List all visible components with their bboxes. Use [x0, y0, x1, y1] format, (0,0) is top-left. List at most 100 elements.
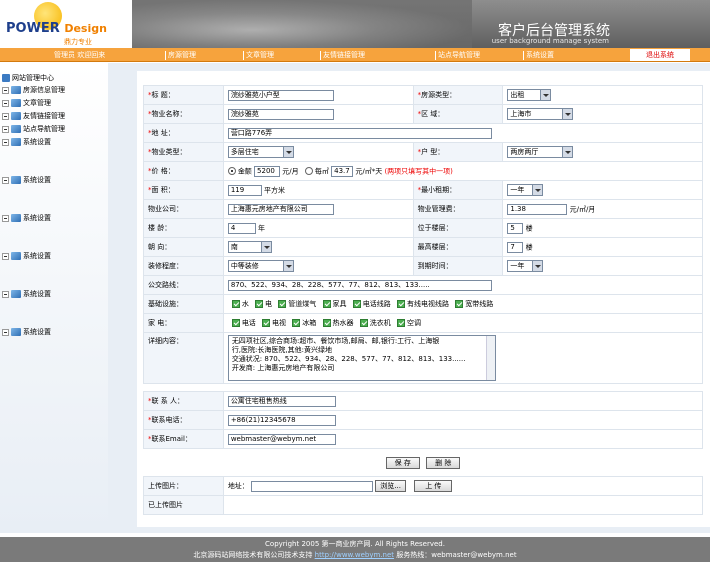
nav-item-house[interactable]: 房源管理: [168, 50, 196, 61]
checkbox[interactable]: [292, 319, 301, 327]
checkbox[interactable]: [262, 319, 271, 327]
price-total-input[interactable]: 5200: [254, 165, 281, 177]
tree-item-settings-4[interactable]: 系统设置: [2, 251, 51, 262]
type-select[interactable]: 出租: [507, 89, 552, 101]
appliance-label: 冰箱: [302, 319, 317, 327]
price-per-radio[interactable]: [304, 167, 313, 175]
field-label: 物业公司：: [143, 199, 224, 219]
detail-textarea[interactable]: 无四项社区,综合商场:超市、餐饮市场,邮局、邮,银行:工行、上海银 行,医院:长…: [227, 335, 496, 381]
upload-path-input[interactable]: [251, 480, 374, 492]
tree-item-settings-2[interactable]: 系统设置: [2, 175, 51, 186]
district-select[interactable]: 上海市: [507, 108, 574, 120]
facing-select[interactable]: 南: [227, 241, 272, 253]
tree-item-articles[interactable]: 文章管理: [2, 98, 51, 109]
fee-input[interactable]: 1.38: [507, 203, 568, 215]
folder-icon: [11, 125, 21, 133]
collapse-icon[interactable]: [2, 290, 9, 298]
form-row: *价 格： 金额 5200 元/月 每㎡ 43.7 元/㎡*天 (两项只填写其中…: [143, 161, 704, 181]
nav-item-site-nav[interactable]: 站点导航管理: [438, 50, 480, 61]
collapse-icon[interactable]: [2, 252, 9, 260]
field-label: 楼 龄：: [143, 218, 224, 238]
form-row: 家 电： 电话 电视 冰箱 热水器 洗衣机 空调: [143, 313, 704, 333]
checkbox[interactable]: [455, 300, 464, 308]
contact-input[interactable]: 公寓住宅租售热线: [227, 395, 336, 407]
tree-root[interactable]: 网站管理中心: [2, 73, 54, 84]
address-input[interactable]: 营口路776弄: [227, 127, 492, 139]
collapse-icon[interactable]: [2, 176, 9, 184]
form-row: 物业公司： 上海惠元房地产有限公司 物业管理费： 1.38 元/㎡/月: [143, 199, 703, 219]
top-floor-input[interactable]: 7: [507, 241, 524, 253]
chevron-down-icon: [260, 242, 271, 252]
checkbox[interactable]: [231, 300, 240, 308]
folder-icon: [11, 290, 21, 298]
checkbox[interactable]: [231, 319, 240, 327]
tree-item-links[interactable]: 友情链接管理: [2, 111, 65, 122]
tree-item-label: 系统设置: [23, 214, 51, 222]
chevron-down-icon: [562, 109, 573, 119]
tree-item-settings[interactable]: 系统设置: [2, 137, 51, 148]
collapse-icon[interactable]: [2, 328, 9, 336]
price-total-radio[interactable]: [227, 167, 236, 175]
facility-label: 水: [241, 300, 249, 308]
checkbox[interactable]: [278, 300, 287, 308]
tree-item-site-nav[interactable]: 站点导航管理: [2, 124, 65, 135]
field-label: 物业管理费：: [412, 199, 504, 219]
logout-link[interactable]: 退出系统: [630, 49, 690, 61]
folder-icon: [11, 112, 21, 120]
field-label: *最小租期：: [412, 180, 504, 200]
save-button[interactable]: 保 存: [385, 456, 420, 469]
property-name-input[interactable]: 浣纱雅苑: [227, 108, 334, 120]
logo-brand: POWER Design: [6, 21, 107, 36]
phone-input[interactable]: +86(21)12345678: [227, 414, 336, 426]
floor-input[interactable]: 5: [507, 222, 524, 234]
property-type-select[interactable]: 多层住宅: [227, 146, 294, 158]
browse-button[interactable]: 浏览...: [375, 480, 406, 492]
nav-item-articles[interactable]: 文章管理: [246, 50, 274, 61]
email-input[interactable]: webmaster@webym.net: [227, 433, 336, 445]
tree-item-label: 系统设置: [23, 176, 51, 184]
collapse-icon[interactable]: [2, 138, 9, 146]
collapse-icon[interactable]: [2, 214, 9, 222]
field-label: *联 系 人：: [143, 391, 224, 411]
arrive-select[interactable]: 一年: [507, 260, 544, 272]
delete-button[interactable]: 删 除: [426, 456, 461, 469]
checkbox[interactable]: [255, 300, 264, 308]
upload-button[interactable]: 上 传: [414, 480, 453, 492]
nav-divider: [435, 51, 436, 60]
field-label: 最高楼层：: [412, 237, 504, 257]
checkbox[interactable]: [352, 300, 361, 308]
age-input[interactable]: 4: [227, 222, 256, 234]
tree-item-settings-6[interactable]: 系统设置: [2, 327, 51, 338]
checkbox[interactable]: [396, 319, 405, 327]
area-input[interactable]: 119: [227, 184, 262, 196]
company-input[interactable]: 上海惠元房地产有限公司: [227, 203, 334, 215]
welcome-text: 管理员 欢迎回来: [54, 51, 106, 59]
title-input[interactable]: 浣纱雅苑小户型: [227, 89, 334, 101]
support-text: 北京源码站网络技术有限公司技术支持: [193, 551, 313, 559]
logo-text-design: Design: [64, 22, 107, 35]
checkbox[interactable]: [322, 319, 331, 327]
collapse-icon[interactable]: [2, 99, 9, 107]
checkbox[interactable]: [396, 300, 405, 308]
checkbox[interactable]: [359, 319, 368, 327]
scrollbar[interactable]: [485, 336, 495, 380]
tree-item-label: 房源信息管理: [23, 86, 65, 94]
tree-item-settings-5[interactable]: 系统设置: [2, 289, 51, 300]
price-per-input[interactable]: 43.7: [331, 165, 354, 177]
bus-input[interactable]: 870、522、934、28、228、577、77、812、813、133...…: [227, 279, 492, 291]
min-rent-select[interactable]: 一年: [507, 184, 544, 196]
collapse-icon[interactable]: [2, 86, 9, 94]
checkbox[interactable]: [322, 300, 331, 308]
decor-select[interactable]: 中等装修: [227, 260, 294, 272]
support-link[interactable]: http://www.webym.net: [315, 551, 394, 559]
nav-item-links[interactable]: 友情链接管理: [323, 50, 365, 61]
field-label: *价 格：: [143, 161, 224, 181]
tree-item-label: 系统设置: [23, 290, 51, 298]
tree-item-settings-3[interactable]: 系统设置: [2, 213, 51, 224]
layout-select[interactable]: 两房两厅: [507, 146, 574, 158]
tree-item-house[interactable]: 房源信息管理: [2, 85, 65, 96]
collapse-icon[interactable]: [2, 125, 9, 133]
nav-item-settings[interactable]: 系统设置: [526, 50, 554, 61]
collapse-icon[interactable]: [2, 112, 9, 120]
form-row: 保 存 删 除: [144, 449, 703, 477]
